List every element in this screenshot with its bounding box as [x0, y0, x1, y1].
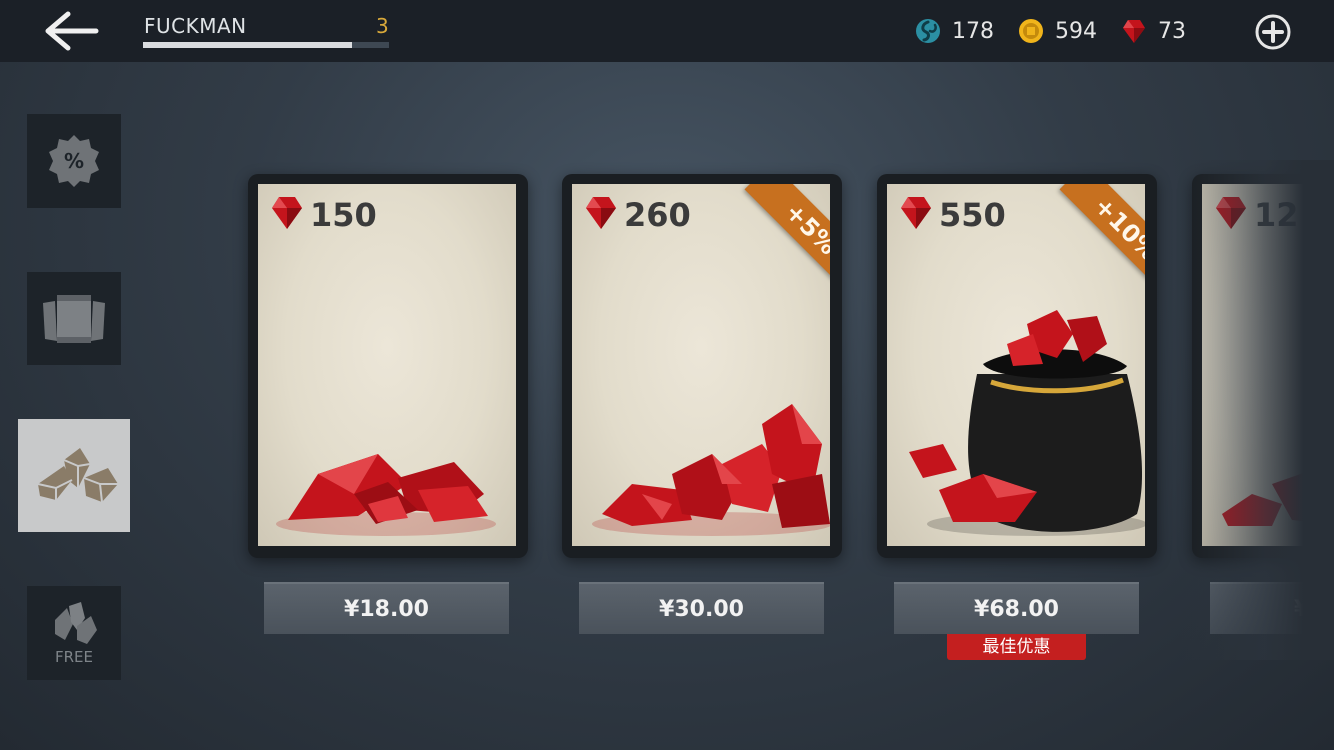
card-paper: 550 +10% [887, 184, 1145, 546]
ruby-gem-icon [901, 197, 931, 229]
player-name: FUCKMAN [144, 14, 247, 38]
energy-value: 178 [952, 18, 994, 44]
best-deal-badge: 最佳优惠 [947, 634, 1086, 660]
add-currency-button[interactable] [1254, 13, 1292, 51]
gem-amount: 550 [939, 196, 1006, 234]
top-bar: FUCKMAN 3 178 594 73 [0, 0, 1334, 62]
percent-badge-icon: % [49, 135, 99, 187]
card-paper: 12 [1202, 184, 1334, 546]
gem-pile-partial-image [1222, 470, 1334, 526]
sidebar-item-free[interactable]: FREE [27, 586, 121, 680]
sidebar-item-gems[interactable] [18, 419, 130, 532]
bonus-ribbon: +10% [1041, 184, 1145, 288]
gem-value: 73 [1158, 18, 1186, 44]
gem-amount: 12 [1254, 196, 1299, 234]
card-packs-icon [43, 294, 105, 343]
gem-counter: 73 [1120, 16, 1186, 46]
free-label: FREE [54, 648, 93, 666]
gem-crystals-icon [37, 447, 118, 502]
ruby-gem-icon [272, 197, 302, 229]
energy-counter: 178 [914, 16, 994, 46]
card-paper: 260 +5% [572, 184, 830, 546]
gem-pack-card-150[interactable]: 150 [248, 174, 528, 558]
bonus-ribbon-label: +5% [744, 184, 830, 288]
buy-button-partial[interactable]: ¥ [1210, 582, 1334, 634]
xp-progress-fill [143, 42, 353, 48]
ruby-gem-icon [586, 197, 616, 229]
gem-pack-card-260[interactable]: 260 +5% [562, 174, 842, 558]
gem-amount: 150 [310, 196, 377, 234]
ruby-gem-icon [1123, 20, 1145, 43]
plus-circle-icon [1255, 14, 1291, 50]
gem-bag-image [909, 310, 1145, 536]
ruby-gem-icon [1216, 197, 1246, 229]
back-arrow-icon [45, 11, 99, 51]
gem-amount: 260 [624, 196, 691, 234]
swirl-orb-icon [916, 19, 940, 43]
buy-button-550[interactable]: ¥68.00 [894, 582, 1139, 634]
player-level: 3 [376, 14, 389, 38]
bonus-ribbon: +5% [726, 184, 830, 288]
buy-button-150[interactable]: ¥18.00 [264, 582, 509, 634]
coin-counter: 594 [1017, 16, 1097, 46]
coin-value: 594 [1055, 18, 1097, 44]
small-gem-pile-image [276, 454, 496, 536]
gem-pack-card-partial[interactable]: 12 [1192, 174, 1334, 558]
svg-text:%: % [64, 149, 84, 173]
sidebar-item-sale[interactable]: % [27, 114, 121, 208]
gem-pack-card-550[interactable]: 550 +10% [877, 174, 1157, 558]
back-button[interactable] [40, 10, 102, 52]
medium-gem-pile-image [592, 404, 830, 536]
card-paper: 150 [258, 184, 516, 546]
coin-icon [1019, 19, 1043, 43]
sidebar-item-card-packs[interactable] [27, 272, 121, 365]
bonus-ribbon-label: +10% [1059, 184, 1145, 288]
buy-button-260[interactable]: ¥30.00 [579, 582, 824, 634]
xp-progress-bar [143, 42, 389, 48]
free-crystals-icon [55, 602, 97, 644]
